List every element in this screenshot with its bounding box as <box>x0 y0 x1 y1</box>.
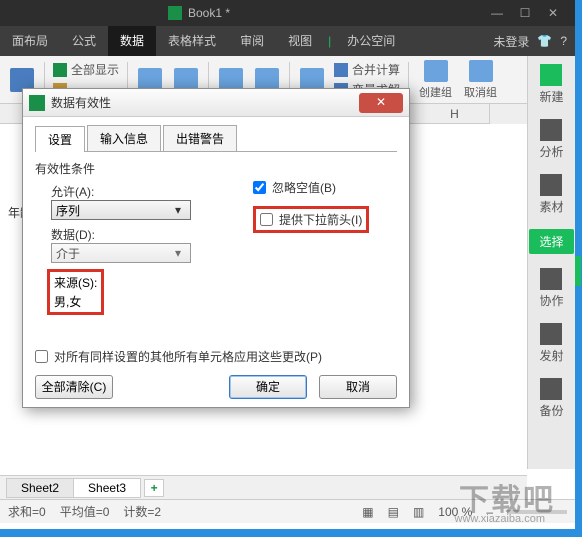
watermark-url: www.xiazaiba.com <box>455 513 545 525</box>
menubar: 面布局 公式 数据 表格样式 审阅 视图 | 办公空间 未登录 👕 ? <box>0 26 575 56</box>
chevron-down-icon: ▾ <box>170 203 186 217</box>
dropdown-arrow-input[interactable] <box>260 213 273 226</box>
ignore-blank-input[interactable] <box>253 181 266 194</box>
close-button[interactable]: ✕ <box>539 6 567 20</box>
status-count: 计数=2 <box>123 503 161 520</box>
side-analyze[interactable]: 分析 <box>539 119 563 160</box>
apply-all-checkbox[interactable]: 对所有同样设置的其他所有单元格应用这些更改(P) <box>35 348 322 365</box>
side-panel: 新建 分析 素材 选择 协作 发射 备份 <box>527 56 575 469</box>
tab-sheet3[interactable]: Sheet3 <box>73 478 141 498</box>
view-page-icon[interactable]: ▤ <box>388 505 399 519</box>
source-highlight: 来源(S): 男,女 <box>47 269 104 315</box>
menu-office-space[interactable]: 办公空间 <box>335 26 407 56</box>
app-window: Book1 * — ☐ ✕ 面布局 公式 数据 表格样式 审阅 视图 | 办公空… <box>0 0 575 529</box>
tab-input-message[interactable]: 输入信息 <box>87 125 161 151</box>
menu-review[interactable]: 审阅 <box>228 26 276 56</box>
data-value: 介于 <box>56 245 80 262</box>
tab-error-alert[interactable]: 出错警告 <box>163 125 237 151</box>
document-icon <box>168 6 182 20</box>
col-header-h[interactable]: H <box>420 104 490 124</box>
menu-formula[interactable]: 公式 <box>60 26 108 56</box>
view-break-icon[interactable]: ▥ <box>413 505 424 519</box>
minimize-button[interactable]: — <box>483 6 511 20</box>
dialog-titlebar[interactable]: 数据有效性 ✕ <box>23 89 409 117</box>
side-assets[interactable]: 素材 <box>539 174 563 215</box>
side-backup[interactable]: 备份 <box>539 378 563 419</box>
source-label: 来源(S): <box>54 274 97 291</box>
status-sum: 求和=0 <box>8 503 46 520</box>
allow-value: 序列 <box>56 202 80 219</box>
side-collab[interactable]: 协作 <box>539 268 563 309</box>
dropdown-arrow-checkbox[interactable]: 提供下拉箭头(I) <box>260 211 362 228</box>
data-validation-dialog: 数据有效性 ✕ 设置 输入信息 出错警告 有效性条件 允许(A): 序列 ▾ 数… <box>22 88 410 408</box>
side-new[interactable]: 新建 <box>539 64 563 105</box>
side-launch[interactable]: 发射 <box>539 323 563 364</box>
cancel-button[interactable]: 取消 <box>319 375 397 399</box>
tab-settings[interactable]: 设置 <box>35 126 85 152</box>
menu-view[interactable]: 视图 <box>276 26 324 56</box>
side-expand-tab[interactable] <box>575 256 581 286</box>
titlebar: Book1 * — ☐ ✕ <box>0 0 575 26</box>
validity-criteria-label: 有效性条件 <box>35 160 397 177</box>
merge-calc-button[interactable]: 合并计算 <box>334 61 400 79</box>
menu-separator: | <box>328 34 331 48</box>
view-normal-icon[interactable]: ▦ <box>362 505 373 519</box>
dialog-close-button[interactable]: ✕ <box>359 93 403 113</box>
side-select[interactable]: 选择 <box>529 229 573 254</box>
dialog-title: 数据有效性 <box>51 94 359 111</box>
ok-button[interactable]: 确定 <box>229 375 307 399</box>
menu-table-style[interactable]: 表格样式 <box>156 26 228 56</box>
clear-all-button[interactable]: 全部清除(C) <box>35 375 113 399</box>
login-status[interactable]: 未登录 <box>493 33 529 50</box>
data-combo[interactable]: 介于 ▾ <box>51 243 191 263</box>
dialog-icon <box>29 95 45 111</box>
chevron-down-icon: ▾ <box>170 246 186 260</box>
ungroup-button[interactable]: 取消组 <box>458 60 503 100</box>
menu-layout[interactable]: 面布局 <box>0 26 60 56</box>
menu-data[interactable]: 数据 <box>108 26 156 56</box>
dialog-tabs: 设置 输入信息 出错警告 <box>35 125 397 152</box>
apply-all-input[interactable] <box>35 350 48 363</box>
show-all-button[interactable]: 全部显示 <box>53 61 119 79</box>
dropdown-arrow-highlight: 提供下拉箭头(I) <box>253 206 369 233</box>
allow-combo[interactable]: 序列 ▾ <box>51 200 191 220</box>
maximize-button[interactable]: ☐ <box>511 6 539 20</box>
tab-sheet2[interactable]: Sheet2 <box>6 478 74 498</box>
help-icon[interactable]: ? <box>560 34 567 48</box>
create-group-button[interactable]: 创建组 <box>413 60 458 100</box>
status-avg: 平均值=0 <box>60 503 110 520</box>
source-value: 男,女 <box>54 293 97 310</box>
ignore-blank-checkbox[interactable]: 忽略空值(B) <box>253 179 369 196</box>
document-title: Book1 * <box>188 6 483 20</box>
shirt-icon[interactable]: 👕 <box>537 34 552 48</box>
sheet-tabs: Sheet2 Sheet3 + <box>0 475 527 499</box>
tab-add[interactable]: + <box>144 479 164 497</box>
